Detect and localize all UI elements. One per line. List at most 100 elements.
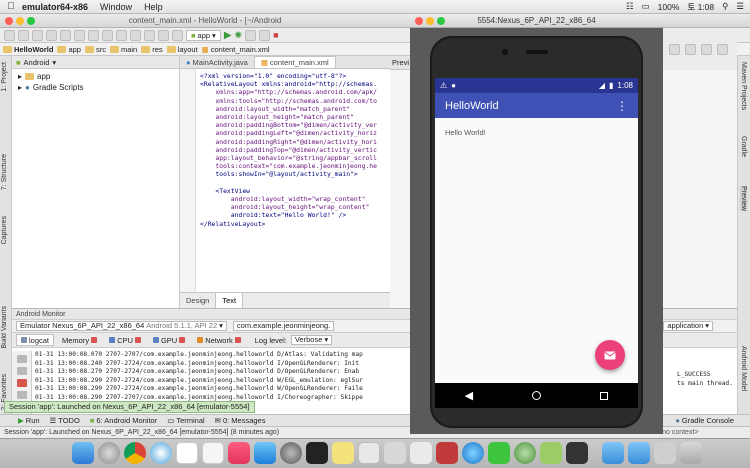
calendar-icon[interactable] — [176, 442, 198, 464]
breadcrumb-project[interactable]: HelloWorld — [3, 45, 53, 54]
help-icon[interactable] — [717, 44, 728, 55]
tool-tab-build-variants[interactable]: Build Variants — [1, 306, 8, 349]
undo-icon[interactable] — [46, 29, 57, 41]
copy-icon[interactable] — [88, 29, 99, 41]
log-level-select[interactable]: Verbose ▾ — [290, 335, 333, 345]
clear-logcat-icon[interactable] — [16, 355, 27, 363]
save-icon[interactable] — [18, 29, 29, 41]
breadcrumb-app[interactable]: app — [57, 45, 81, 54]
emulator-close-button[interactable] — [415, 17, 423, 25]
sdk-manager-icon[interactable] — [669, 44, 680, 55]
tab-text[interactable]: Text — [215, 293, 244, 308]
back-icon[interactable] — [144, 29, 155, 41]
tab-logcat[interactable]: logcat — [16, 334, 55, 346]
menu-window[interactable]: Window — [100, 2, 132, 12]
scroll-to-end-icon[interactable] — [16, 367, 27, 375]
process-select[interactable]: com.example.jeonminjeong. — [232, 321, 335, 331]
tab-content-main-xml[interactable]: ▦ content_main.xml — [253, 56, 336, 68]
tool-tab-run[interactable]: ▶ Run — [18, 416, 40, 425]
paste-icon[interactable] — [102, 29, 113, 41]
terminate-icon[interactable] — [16, 379, 27, 387]
screenshot-icon[interactable] — [654, 442, 676, 464]
menubar-clock[interactable]: 토 1:08 — [687, 1, 714, 13]
wifi-icon[interactable]: ☷ — [626, 1, 634, 12]
battery-icon[interactable]: ▭ — [642, 1, 650, 12]
launchpad-icon[interactable] — [98, 442, 120, 464]
search-icon[interactable]: ⚲ — [722, 1, 728, 12]
chevron-right-icon[interactable]: ▸ — [18, 71, 22, 82]
emulator-zoom-button[interactable] — [437, 17, 445, 25]
breadcrumb-res[interactable]: res — [141, 45, 163, 54]
tool-tab-gradle-console[interactable]: ● Gradle Console — [675, 416, 734, 425]
app-menu[interactable]: emulator64-x86 — [22, 2, 88, 12]
tool-tab-preview[interactable]: Preview — [740, 186, 747, 211]
run-config-select[interactable]: ■ app ▾ — [186, 29, 221, 41]
itunes-icon[interactable] — [228, 442, 250, 464]
tool-tab-messages[interactable]: ✉ 0: Messages — [215, 416, 266, 425]
stop-icon[interactable]: ■ — [273, 30, 278, 40]
document-icon[interactable] — [384, 442, 406, 464]
tab-design[interactable]: Design — [180, 293, 215, 308]
open-folder-icon[interactable] — [4, 29, 15, 41]
tab-gpu[interactable]: GPU — [149, 334, 189, 346]
jetbrains-icon[interactable] — [566, 442, 588, 464]
attach-debugger-icon[interactable] — [245, 29, 257, 41]
safari-icon[interactable] — [150, 442, 172, 464]
tab-network[interactable]: Network — [193, 334, 245, 346]
trash-icon[interactable] — [680, 442, 702, 464]
terminal-app-icon[interactable] — [306, 442, 328, 464]
coverage-icon[interactable] — [259, 29, 271, 41]
file-icon[interactable] — [410, 442, 432, 464]
apple-menu-icon[interactable]:  — [0, 1, 22, 12]
logcat-filter-select[interactable]: application ▾ — [663, 321, 713, 331]
run-icon[interactable]: ▶ — [224, 30, 232, 41]
replace-icon[interactable] — [130, 29, 141, 41]
back-nav-icon[interactable]: ◀ — [465, 389, 473, 402]
emulator-minimize-button[interactable] — [426, 17, 434, 25]
tool-tab-project[interactable]: 1: Project — [1, 62, 8, 92]
chrome-icon[interactable] — [124, 442, 146, 464]
tab-memory[interactable]: Memory — [58, 334, 101, 346]
project-view-selector[interactable]: Android — [24, 58, 50, 67]
breadcrumb-file[interactable]: ▦ content_main.xml — [202, 45, 270, 54]
make-project-icon[interactable] — [172, 29, 183, 41]
tool-tab-terminal[interactable]: ▭ Terminal — [167, 416, 204, 425]
chevron-right-icon[interactable]: ▸ — [18, 82, 22, 93]
tool-tab-android-model[interactable]: Android Model — [740, 346, 747, 391]
tree-item-app[interactable]: ▸ app — [18, 71, 173, 82]
tool-tab-structure[interactable]: 7: Structure — [1, 154, 8, 190]
redo-icon[interactable] — [60, 29, 71, 41]
debug-icon[interactable]: ✺ — [235, 30, 243, 41]
tool-tab-gradle[interactable]: Gradle — [740, 136, 747, 157]
tree-item-gradle-scripts[interactable]: ▸ ● Gradle Scripts — [18, 82, 173, 93]
tool-tab-android-monitor[interactable]: ■ 6: Android Monitor — [90, 416, 157, 425]
breadcrumb-layout[interactable]: layout — [166, 45, 198, 54]
overflow-menu-icon[interactable]: ⋮ — [616, 99, 628, 113]
preview-header[interactable]: Previ — [390, 56, 410, 70]
stickies-icon[interactable] — [332, 442, 354, 464]
code-text[interactable]: <?xml version="1.0" encoding="utf-8"?> <R… — [200, 72, 410, 228]
system-preferences-icon[interactable] — [280, 442, 302, 464]
device-select[interactable]: Emulator Nexus_6P_API_22_x86_64 Android 5… — [16, 321, 227, 331]
tool-tab-captures[interactable]: Captures — [1, 216, 8, 244]
avd-manager-icon[interactable] — [685, 44, 696, 55]
app-store-icon[interactable] — [254, 442, 276, 464]
find-icon[interactable] — [116, 29, 127, 41]
finder-icon[interactable] — [72, 442, 94, 464]
chevron-down-icon[interactable]: ▾ — [52, 58, 56, 67]
recents-nav-icon[interactable] — [600, 391, 609, 400]
line-icon[interactable] — [488, 442, 510, 464]
menu-list-icon[interactable]: ☰ — [736, 1, 744, 12]
up-icon[interactable] — [16, 391, 27, 399]
notes-icon[interactable] — [202, 442, 224, 464]
sync-icon[interactable] — [32, 29, 43, 41]
phone-screen[interactable]: ⚠ ● ◢ ▮ 1:08 HelloWorld ⋮ Hello World! ◀ — [435, 78, 638, 408]
android-device-monitor-icon[interactable] — [701, 44, 712, 55]
email-fab[interactable] — [595, 340, 625, 370]
launch-notification[interactable]: Session 'app': Launched on Nexus_6P_API_… — [4, 401, 255, 413]
internet-explorer-icon[interactable] — [462, 442, 484, 464]
applications-folder-icon[interactable] — [602, 442, 624, 464]
forward-icon[interactable] — [158, 29, 169, 41]
downloads-folder-icon[interactable] — [628, 442, 650, 464]
android-emulator-icon[interactable] — [540, 442, 562, 464]
